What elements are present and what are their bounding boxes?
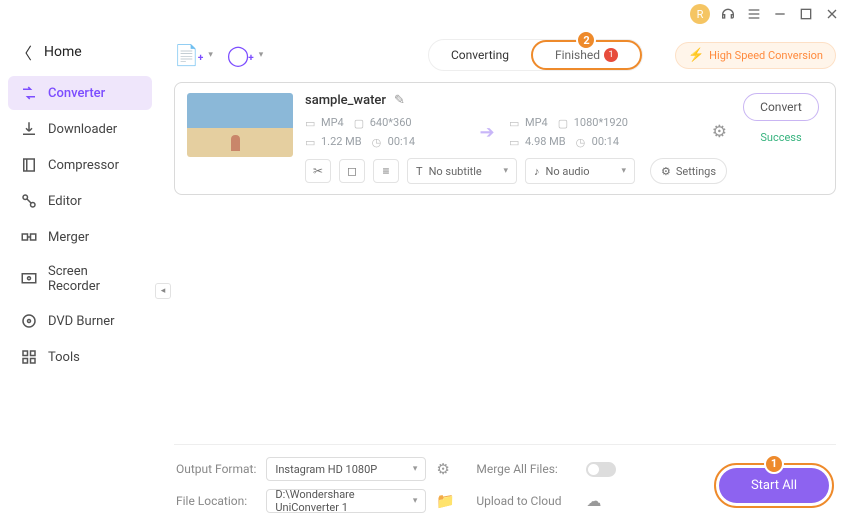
src-format: ▭MP4 [305, 116, 344, 129]
convert-button[interactable]: Convert [743, 93, 819, 121]
high-speed-toggle[interactable]: ⚡ High Speed Conversion [675, 42, 836, 69]
subtitle-icon: T [416, 165, 423, 178]
merge-label: Merge All Files: [476, 462, 576, 476]
dst-size: ▭4.98 MB [509, 135, 566, 148]
file-icon: 📄 [174, 43, 199, 67]
video-thumbnail[interactable] [187, 93, 293, 157]
cut-button[interactable]: ✂ [305, 159, 331, 183]
screenrecorder-icon [20, 270, 38, 288]
sidebar-item-compressor[interactable]: Compressor [8, 148, 152, 182]
disc-icon: ◯ [227, 43, 249, 67]
resolution-icon: ▢ [354, 117, 366, 129]
chevron-down-icon: ▾ [621, 166, 626, 176]
upload-cloud-label: Upload to Cloud [476, 494, 576, 508]
tools-icon [20, 348, 38, 366]
tab-group: Converting 2 Finished 1 [428, 39, 643, 71]
arrow-right-icon: ➔ [473, 122, 501, 143]
editor-icon [20, 192, 38, 210]
add-file-button[interactable]: 📄+▾ [174, 43, 213, 67]
bolt-icon: ⚡ [688, 48, 704, 63]
home-label: Home [44, 44, 82, 60]
output-format-select[interactable]: Instagram HD 1080P▾ [266, 457, 426, 481]
converter-icon [20, 84, 38, 102]
sidebar-item-converter[interactable]: Converter [8, 76, 152, 110]
dvd-icon [20, 312, 38, 330]
menu-icon[interactable] [746, 6, 762, 22]
chevron-down-icon: ▾ [503, 166, 508, 176]
merge-toggle[interactable] [586, 462, 616, 477]
dst-duration: ◷00:14 [576, 135, 619, 148]
sidebar: 〈 Home Converter Downloader Compressor E… [0, 28, 160, 527]
format-settings-icon[interactable]: ⚙ [436, 460, 466, 478]
merger-icon [20, 228, 38, 246]
sidebar-item-screenrecorder[interactable]: Screen Recorder [8, 256, 152, 302]
chevron-left-icon: 〈 [16, 40, 32, 64]
step-badge-1: 1 [764, 454, 784, 474]
download-icon [20, 120, 38, 138]
compressor-icon [20, 156, 38, 174]
sidebar-item-tools[interactable]: Tools [8, 340, 152, 374]
add-disc-button[interactable]: ◯+▾ [227, 43, 263, 67]
output-settings-icon[interactable]: ⚙ [712, 122, 727, 142]
sidebar-item-dvdburner[interactable]: DVD Burner [8, 304, 152, 338]
minimize-icon[interactable] [772, 6, 788, 22]
status-label: Success [760, 131, 801, 144]
open-folder-icon[interactable]: 📁 [436, 492, 466, 510]
dst-format: ▭MP4 [509, 116, 548, 129]
dst-resolution: ▢1080*1920 [558, 116, 628, 129]
subtitle-select[interactable]: T No subtitle ▾ [407, 158, 517, 184]
clock-icon: ◷ [372, 136, 384, 148]
audio-select[interactable]: ♪ No audio ▾ [525, 158, 635, 184]
footer: Output Format: Instagram HD 1080P▾ ⚙ Mer… [174, 444, 836, 515]
crop-button[interactable]: ◻ [339, 159, 365, 183]
user-avatar[interactable]: R [690, 4, 710, 24]
titlebar: R [0, 0, 850, 28]
toolbar: 📄+▾ ◯+▾ Converting 2 Finished 1 [174, 32, 836, 78]
output-format-label: Output Format: [176, 462, 256, 476]
cloud-icon[interactable]: ☁ [586, 492, 626, 510]
home-button[interactable]: 〈 Home [4, 34, 156, 70]
headset-icon[interactable] [720, 6, 736, 22]
src-resolution: ▢640*360 [354, 116, 412, 129]
main-area: 〈 Home Converter Downloader Compressor E… [0, 28, 850, 527]
maximize-icon[interactable] [798, 6, 814, 22]
tab-converting[interactable]: Converting [429, 40, 531, 70]
file-card: sample_water ✎ ▭MP4 ▢640*360 ▭1.22 MB ◷0… [174, 82, 836, 195]
tab-finished-highlight: 2 Finished 1 [531, 40, 642, 70]
sidebar-item-editor[interactable]: Editor [8, 184, 152, 218]
settings-button[interactable]: ⚙ Settings [650, 158, 727, 184]
file-name: sample_water [305, 93, 386, 108]
finished-count-badge: 1 [604, 48, 618, 62]
content-area: 📄+▾ ◯+▾ Converting 2 Finished 1 [160, 28, 850, 527]
gear-icon: ⚙ [661, 165, 671, 178]
more-button[interactable]: ≡ [373, 159, 399, 183]
folder-icon: ▭ [305, 136, 317, 148]
src-duration: ◷00:14 [372, 135, 415, 148]
file-location-select[interactable]: D:\Wondershare UniConverter 1▾ [266, 489, 426, 513]
file-location-label: File Location: [176, 494, 256, 508]
video-icon: ▭ [305, 117, 317, 129]
src-size: ▭1.22 MB [305, 135, 362, 148]
sidebar-item-merger[interactable]: Merger [8, 220, 152, 254]
start-all-highlight: 1 Start All [714, 463, 834, 508]
audio-icon: ♪ [534, 165, 540, 178]
edit-name-icon[interactable]: ✎ [394, 93, 405, 108]
sidebar-item-downloader[interactable]: Downloader [8, 112, 152, 146]
close-icon[interactable] [824, 6, 840, 22]
step-badge-2: 2 [576, 30, 596, 50]
